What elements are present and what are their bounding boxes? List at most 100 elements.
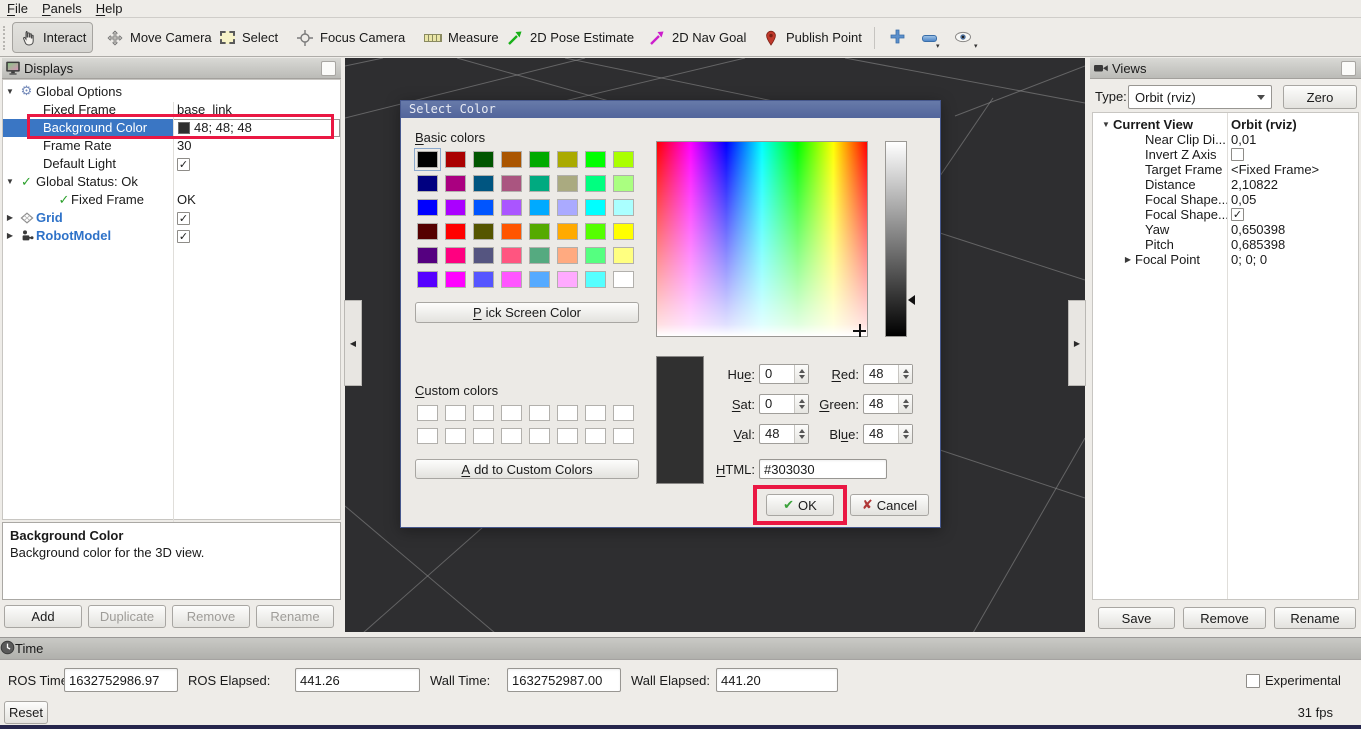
expander-open-icon[interactable]: ▼: [1099, 117, 1113, 132]
row-value[interactable]: 0,01: [1231, 132, 1256, 147]
color-swatch[interactable]: [473, 175, 494, 192]
zoom-in-button[interactable]: [884, 26, 910, 50]
color-swatch[interactable]: [501, 271, 522, 288]
expander-closed-icon[interactable]: ▶: [3, 227, 17, 245]
tree-row-focal-point[interactable]: ▶ Focal Point 0; 0; 0: [1093, 252, 1358, 267]
color-swatch[interactable]: [613, 199, 634, 216]
color-swatch[interactable]: [501, 405, 522, 421]
color-swatch[interactable]: [557, 405, 578, 421]
color-swatch[interactable]: [557, 223, 578, 240]
color-swatch[interactable]: [473, 428, 494, 444]
color-swatch[interactable]: [613, 151, 634, 168]
panel-float-button[interactable]: [321, 61, 336, 76]
row-value[interactable]: 48; 48; 48: [194, 119, 252, 137]
time-panel-titlebar[interactable]: Time: [0, 637, 1361, 660]
color-swatch[interactable]: [417, 271, 438, 288]
color-swatch[interactable]: [613, 271, 634, 288]
color-swatch[interactable]: [557, 428, 578, 444]
3d-viewport[interactable]: ◀ ▶ Select Color Basic colors Pick Scree…: [345, 58, 1085, 632]
wall-time-field[interactable]: 1632752987.00: [507, 668, 621, 692]
color-swatch[interactable]: [529, 247, 550, 264]
color-swatch[interactable]: [529, 223, 550, 240]
tree-row-pitch[interactable]: Pitch 0,685398: [1093, 237, 1358, 252]
color-swatch[interactable]: [529, 199, 550, 216]
color-swatch[interactable]: [417, 151, 438, 168]
move-camera-tool-button[interactable]: Move Camera: [100, 22, 218, 53]
color-swatch[interactable]: [417, 405, 438, 421]
tree-row-distance[interactable]: Distance 2,10822: [1093, 177, 1358, 192]
color-swatch[interactable]: [417, 223, 438, 240]
expander-closed-icon[interactable]: ▶: [3, 209, 17, 227]
menu-help[interactable]: Help: [89, 0, 130, 18]
row-value[interactable]: 30: [177, 137, 191, 155]
color-swatch[interactable]: [473, 223, 494, 240]
row-value[interactable]: base_link: [177, 101, 232, 119]
tree-row-grid[interactable]: ▶ Grid: [3, 209, 340, 227]
picker-cursor[interactable]: [853, 324, 866, 337]
row-value[interactable]: <Fixed Frame>: [1231, 162, 1319, 177]
select-tool-button[interactable]: Select: [212, 22, 284, 53]
color-swatch[interactable]: [613, 428, 634, 444]
color-swatch[interactable]: [501, 199, 522, 216]
splitter-collapse-right[interactable]: ▶: [1068, 300, 1086, 386]
rename-button[interactable]: Rename: [256, 605, 334, 628]
publish-point-tool-button[interactable]: Publish Point: [756, 22, 868, 53]
color-swatch[interactable]: [473, 405, 494, 421]
color-swatch[interactable]: [585, 405, 606, 421]
focus-camera-tool-button[interactable]: Focus Camera: [290, 22, 411, 53]
menu-panels[interactable]: Panels: [35, 0, 89, 18]
experimental-checkbox[interactable]: [1246, 674, 1260, 688]
red-spinbox[interactable]: 48: [863, 364, 913, 384]
duplicate-button[interactable]: Duplicate: [88, 605, 166, 628]
color-swatch[interactable]: [445, 151, 466, 168]
color-swatch[interactable]: [501, 247, 522, 264]
color-swatch[interactable]: [529, 175, 550, 192]
expander-open-icon[interactable]: ▼: [3, 173, 17, 191]
color-swatch[interactable]: [417, 428, 438, 444]
reset-button[interactable]: Reset: [4, 701, 48, 724]
tree-row-target-frame[interactable]: Target Frame <Fixed Frame>: [1093, 162, 1358, 177]
ros-elapsed-field[interactable]: 441.26: [295, 668, 420, 692]
row-value[interactable]: 2,10822: [1231, 177, 1278, 192]
pick-screen-color-button[interactable]: Pick Screen Color: [415, 302, 639, 323]
color-swatch[interactable]: [445, 428, 466, 444]
color-swatch[interactable]: [445, 175, 466, 192]
ros-time-field[interactable]: 1632752986.97: [64, 668, 178, 692]
color-swatch[interactable]: [501, 428, 522, 444]
color-swatch[interactable]: [445, 247, 466, 264]
tree-row-default-light[interactable]: Default Light: [3, 155, 340, 173]
color-swatch[interactable]: [585, 223, 606, 240]
html-color-input[interactable]: #303030: [759, 459, 887, 479]
color-swatch[interactable]: [417, 199, 438, 216]
wall-elapsed-field[interactable]: 441.20: [716, 668, 838, 692]
color-swatch[interactable]: [557, 151, 578, 168]
row-value[interactable]: 0,05: [1231, 192, 1256, 207]
color-swatch[interactable]: [529, 271, 550, 288]
color-swatch[interactable]: [529, 405, 550, 421]
color-swatch[interactable]: [557, 175, 578, 192]
tree-row-invert-z[interactable]: Invert Z Axis: [1093, 147, 1358, 162]
view-type-dropdown[interactable]: Orbit (rviz): [1128, 85, 1272, 109]
color-swatch[interactable]: [417, 247, 438, 264]
tree-row-focal-shape-fixed[interactable]: Focal Shape...: [1093, 207, 1358, 222]
panel-float-button[interactable]: [1341, 61, 1356, 76]
add-to-custom-colors-button[interactable]: Add to Custom Colors: [415, 459, 639, 479]
cancel-button[interactable]: ✘ Cancel: [850, 494, 929, 516]
splitter-collapse-left[interactable]: ◀: [344, 300, 362, 386]
zoom-out-button[interactable]: ▾: [916, 26, 942, 50]
tree-row-current-view[interactable]: ▼ Current View Orbit (rviz): [1093, 117, 1358, 132]
toolbar-drag-handle[interactable]: [3, 26, 7, 50]
color-swatch[interactable]: [613, 175, 634, 192]
color-swatch[interactable]: [501, 151, 522, 168]
hue-saturation-picker[interactable]: [656, 141, 868, 337]
value-slider-marker[interactable]: [908, 295, 915, 305]
color-swatch[interactable]: [473, 151, 494, 168]
ok-button[interactable]: ✔ OK: [766, 494, 834, 516]
measure-tool-button[interactable]: Measure: [418, 22, 505, 53]
checkbox[interactable]: [1231, 148, 1244, 161]
color-swatch[interactable]: [473, 271, 494, 288]
color-swatch[interactable]: [501, 223, 522, 240]
tree-row-focal-shape-size[interactable]: Focal Shape... 0,05: [1093, 192, 1358, 207]
color-swatch[interactable]: [613, 405, 634, 421]
row-value[interactable]: 0,650398: [1231, 222, 1285, 237]
